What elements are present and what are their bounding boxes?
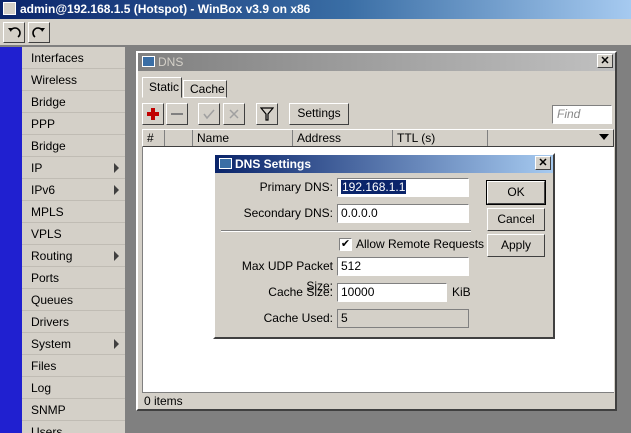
sidebar-item-bridge[interactable]: Bridge bbox=[22, 91, 125, 113]
column-header-number[interactable]: # bbox=[143, 130, 165, 146]
dns-settings-dialog: DNS Settings ✕ Primary DNS: 192.168.1.1 … bbox=[213, 153, 555, 339]
sidebar-item-queues[interactable]: Queues bbox=[22, 289, 125, 311]
app-title-bar: admin@192.168.1.5 (Hotspot) - WinBox v3.… bbox=[0, 0, 631, 19]
cross-icon bbox=[229, 109, 239, 119]
disable-button[interactable] bbox=[223, 103, 245, 125]
sidebar-item-log[interactable]: Log bbox=[22, 377, 125, 399]
remove-button[interactable] bbox=[166, 103, 188, 125]
filter-button[interactable] bbox=[256, 103, 278, 125]
cache-size-unit: KiB bbox=[452, 285, 471, 299]
main-toolbar bbox=[0, 19, 631, 46]
window-icon bbox=[219, 158, 232, 169]
sidebar-item-label: Bridge bbox=[31, 95, 66, 109]
sidebar-menu: Interfaces Wireless Bridge PPP Bridge IP IPv6 M… bbox=[22, 47, 126, 433]
undo-icon bbox=[8, 27, 21, 38]
add-button[interactable] bbox=[142, 103, 164, 125]
sidebar-item-snmp[interactable]: SNMP bbox=[22, 399, 125, 421]
sidebar-item-label: PPP bbox=[31, 117, 56, 131]
sidebar-item-ports[interactable]: Ports bbox=[22, 267, 125, 289]
find-input[interactable]: Find bbox=[552, 105, 612, 124]
cache-used-value: 5 bbox=[337, 309, 469, 328]
sidebar-item-label: Wireless bbox=[31, 73, 78, 87]
sidebar-item-label: Routing bbox=[31, 249, 73, 263]
winbox-icon bbox=[3, 2, 16, 15]
secondary-dns-input[interactable]: 0.0.0.0 bbox=[337, 204, 469, 223]
column-header-name[interactable]: Name bbox=[193, 130, 293, 146]
cache-size-input[interactable]: 10000 bbox=[337, 283, 447, 302]
primary-dns-label: Primary DNS: bbox=[259, 180, 333, 194]
submenu-arrow-icon bbox=[114, 185, 119, 195]
secondary-dns-label: Secondary DNS: bbox=[243, 206, 333, 220]
dns-window-title: DNS bbox=[158, 55, 184, 69]
filter-icon bbox=[259, 107, 275, 121]
dns-window-titlebar[interactable]: DNS ✕ bbox=[138, 53, 615, 71]
sidebar-item-files[interactable]: Files bbox=[22, 355, 125, 377]
cache-size-label: Cache Size: bbox=[268, 285, 333, 299]
divider bbox=[221, 230, 471, 232]
sidebar-item-label: IP bbox=[31, 161, 43, 175]
sidebar-item-ipv6[interactable]: IPv6 bbox=[22, 179, 125, 201]
sidebar-item-wireless[interactable]: Wireless bbox=[22, 69, 125, 91]
sidebar-item-users[interactable]: Users bbox=[22, 421, 125, 433]
cancel-button[interactable]: Cancel bbox=[487, 208, 545, 231]
sidebar-item-label: Bridge bbox=[31, 139, 66, 153]
sidebar-item-label: VPLS bbox=[31, 227, 62, 241]
undo-button[interactable] bbox=[3, 22, 25, 43]
table-header: # Name Address TTL (s) bbox=[142, 129, 614, 147]
primary-dns-value: 192.168.1.1 bbox=[341, 180, 407, 194]
sidebar-item-drivers[interactable]: Drivers bbox=[22, 311, 125, 333]
sidebar-item-label: Users bbox=[31, 425, 63, 433]
sidebar-item-system[interactable]: System bbox=[22, 333, 125, 355]
submenu-arrow-icon bbox=[114, 339, 119, 349]
column-header-flags[interactable] bbox=[165, 130, 193, 146]
allow-remote-requests-label: Allow Remote Requests bbox=[356, 237, 485, 251]
submenu-arrow-icon bbox=[114, 251, 119, 261]
sidebar-item-label: IPv6 bbox=[31, 183, 56, 197]
cache-used-label: Cache Used: bbox=[263, 311, 333, 325]
sidebar-item-ip[interactable]: IP bbox=[22, 157, 125, 179]
allow-remote-requests-checkbox[interactable]: ✔ bbox=[339, 238, 352, 251]
column-menu-arrow-icon[interactable] bbox=[599, 134, 609, 140]
tab-cache[interactable]: Cache bbox=[183, 80, 227, 98]
sidebar-item-label: Interfaces bbox=[31, 51, 84, 65]
dns-settings-title: DNS Settings bbox=[235, 157, 312, 171]
sidebar-item-label: Queues bbox=[31, 293, 74, 307]
minus-icon bbox=[171, 113, 183, 115]
enable-button[interactable] bbox=[198, 103, 220, 125]
sidebar-item-bridge[interactable]: Bridge bbox=[22, 135, 125, 157]
sidebar-item-label: Drivers bbox=[31, 315, 69, 329]
redo-button[interactable] bbox=[28, 22, 50, 43]
dns-settings-close-button[interactable]: ✕ bbox=[535, 156, 551, 170]
sidebar-item-interfaces[interactable]: Interfaces bbox=[22, 47, 125, 69]
sidebar-item-mpls[interactable]: MPLS bbox=[22, 201, 125, 223]
sidebar-item-label: Log bbox=[31, 381, 52, 395]
primary-dns-input[interactable]: 192.168.1.1 bbox=[337, 178, 469, 197]
column-header-ttl[interactable]: TTL (s) bbox=[393, 130, 488, 146]
redo-icon bbox=[32, 27, 45, 38]
sidebar-item-label: System bbox=[31, 337, 72, 351]
sidebar-item-label: Ports bbox=[31, 271, 60, 285]
app-title: admin@192.168.1.5 (Hotspot) - WinBox v3.… bbox=[20, 2, 311, 16]
plus-icon bbox=[147, 108, 159, 120]
window-icon bbox=[142, 56, 155, 67]
ok-button[interactable]: OK bbox=[486, 180, 546, 205]
settings-button[interactable]: Settings bbox=[289, 103, 349, 125]
check-icon bbox=[203, 109, 215, 120]
sidebar-item-label: Files bbox=[31, 359, 57, 373]
column-header-address[interactable]: Address bbox=[293, 130, 393, 146]
max-udp-packet-size-input[interactable]: 512 bbox=[337, 257, 469, 276]
winbox-side-banner bbox=[0, 47, 22, 433]
sidebar-item-label: MPLS bbox=[31, 205, 64, 219]
sidebar-item-vpls[interactable]: VPLS bbox=[22, 223, 125, 245]
workspace: DNS ✕ Static Cache Settings Find # Name … bbox=[127, 47, 631, 433]
apply-button[interactable]: Apply bbox=[487, 234, 545, 257]
sidebar-item-label: SNMP bbox=[31, 403, 66, 417]
sidebar-item-ppp[interactable]: PPP bbox=[22, 113, 125, 135]
submenu-arrow-icon bbox=[114, 163, 119, 173]
dns-settings-titlebar[interactable]: DNS Settings ✕ bbox=[215, 155, 553, 173]
dns-close-button[interactable]: ✕ bbox=[597, 54, 613, 68]
sidebar-item-routing[interactable]: Routing bbox=[22, 245, 125, 267]
item-count-status: 0 items bbox=[142, 392, 614, 409]
tab-static[interactable]: Static bbox=[142, 77, 182, 98]
